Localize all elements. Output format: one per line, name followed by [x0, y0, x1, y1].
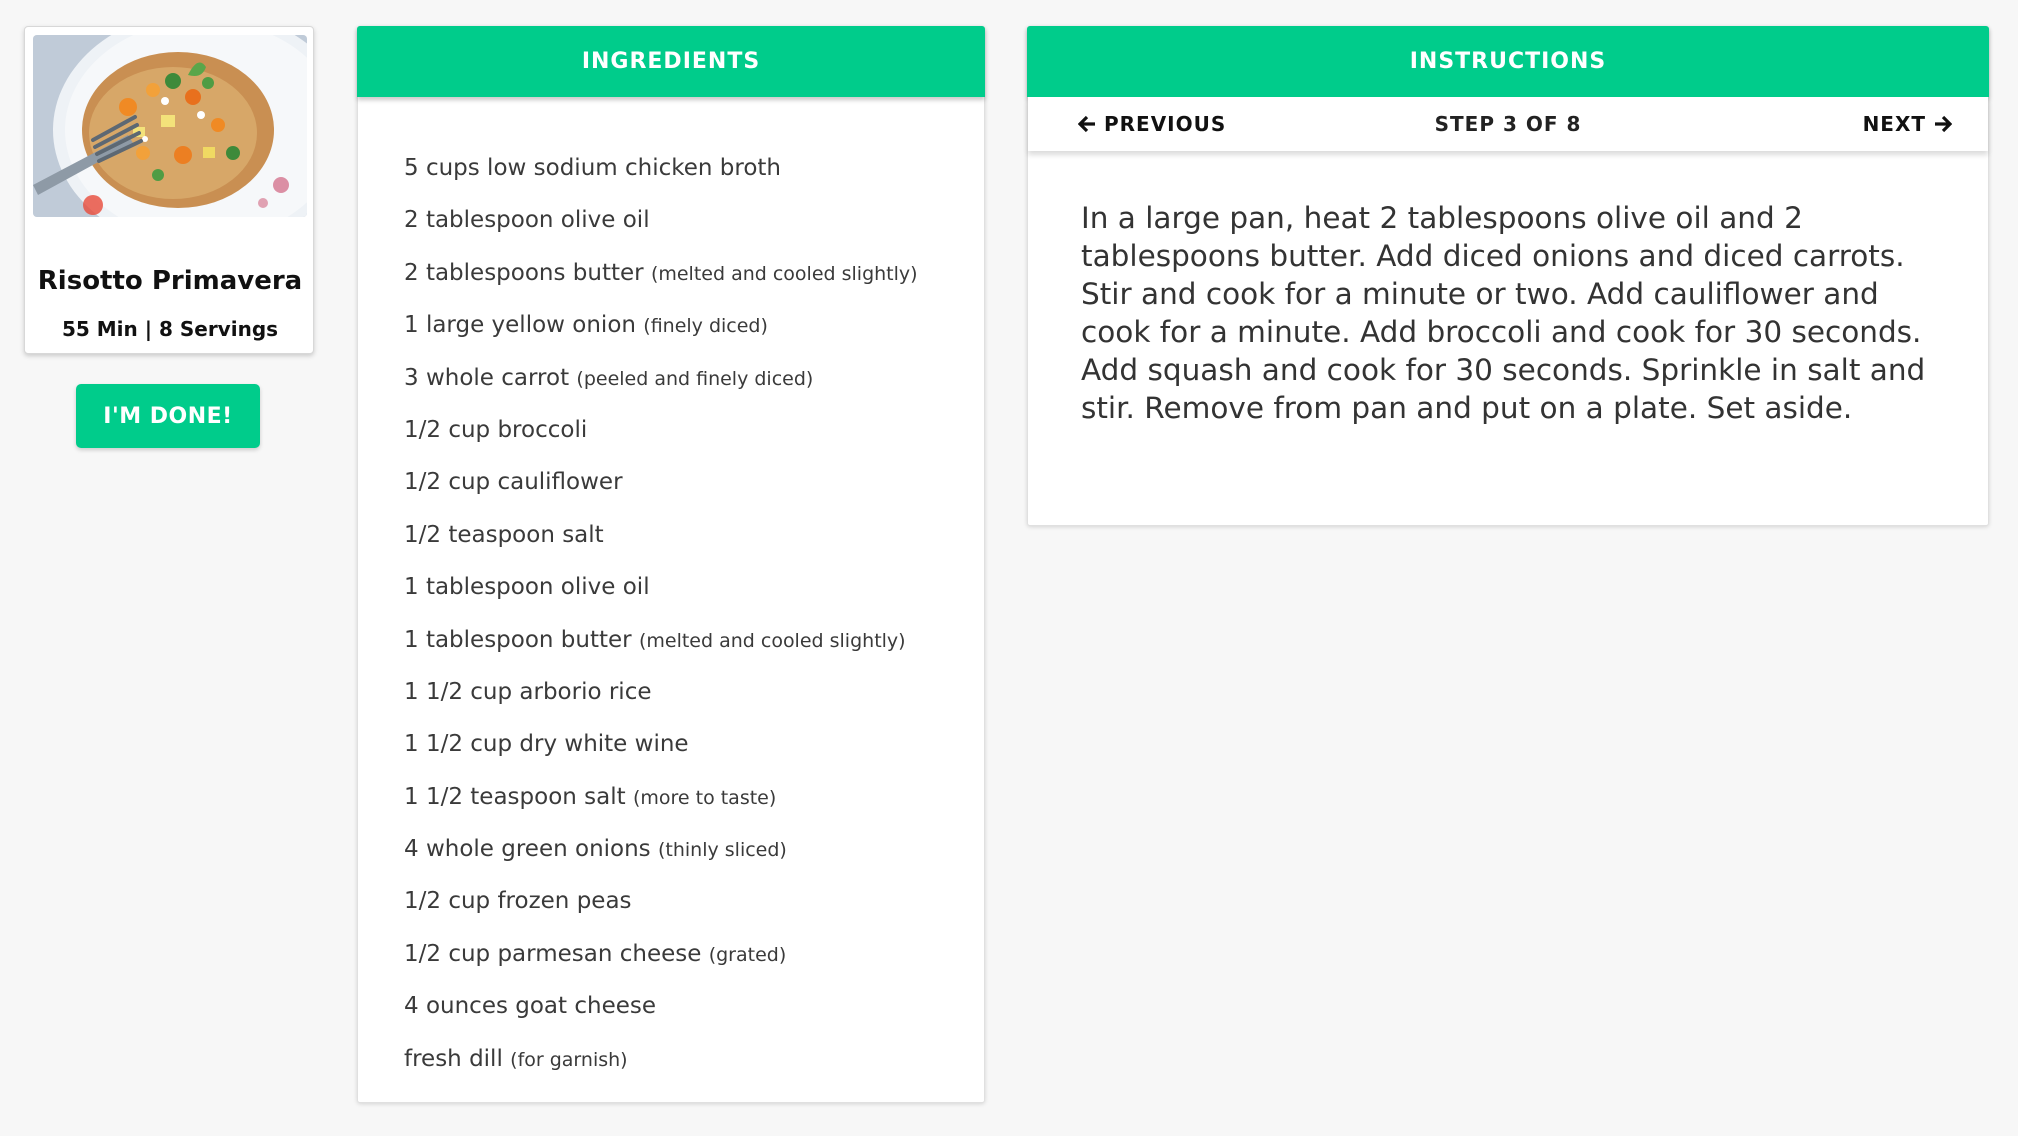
ingredient-item: 1/2 cup broccoli: [404, 404, 918, 456]
ingredient-item: 2 tablespoons butter (melted and cooled …: [404, 247, 918, 299]
ingredient-text: 4 whole green onions: [404, 836, 651, 863]
step-navigation: PREVIOUS STEP 3 OF 8 NEXT: [1028, 97, 1988, 151]
ingredients-header: INGREDIENTS: [357, 26, 985, 97]
recipe-title: Risotto Primavera: [37, 266, 303, 296]
ingredient-item: 2 tablespoon olive oil: [404, 194, 918, 246]
ingredient-text: 1/2 teaspoon salt: [404, 521, 604, 548]
step-counter: STEP 3 OF 8: [1434, 112, 1582, 136]
ingredient-item: 1 tablespoon olive oil: [404, 561, 918, 613]
ingredient-text: fresh dill: [404, 1045, 503, 1072]
next-label: NEXT: [1862, 112, 1927, 136]
ingredient-text: 1/2 cup frozen peas: [404, 888, 632, 915]
ingredient-text: 1 tablespoon olive oil: [404, 574, 650, 601]
ingredient-item: 1 1/2 cup dry white wine: [404, 718, 918, 770]
recipe-card: Risotto Primavera 55 Min | 8 Servings: [24, 26, 314, 354]
ingredient-item: 3 whole carrot (peeled and finely diced): [404, 352, 918, 404]
ingredient-item: 1/2 cup frozen peas: [404, 875, 918, 927]
ingredient-item: 5 cups low sodium chicken broth: [404, 142, 918, 194]
ingredient-text: 1 large yellow onion: [404, 312, 636, 339]
ingredient-item: 1/2 cup parmesan cheese (grated): [404, 928, 918, 980]
ingredient-item: 1 1/2 cup arborio rice: [404, 666, 918, 718]
ingredients-list: 5 cups low sodium chicken broth 2 tables…: [404, 142, 918, 1085]
ingredient-item: 1/2 cup cauliflower: [404, 456, 918, 508]
instructions-header: INSTRUCTIONS: [1027, 26, 1989, 97]
ingredient-text: 2 tablespoons butter: [404, 259, 644, 286]
ingredient-item: 1 1/2 teaspoon salt (more to taste): [404, 771, 918, 823]
recipe-cook-view: Risotto Primavera 55 Min | 8 Servings I'…: [0, 0, 2018, 1136]
ingredients-panel: INGREDIENTS 5 cups low sodium chicken br…: [357, 26, 985, 1103]
ingredient-item: 4 whole green onions (thinly sliced): [404, 823, 918, 875]
ingredient-item: fresh dill (for garnish): [404, 1033, 918, 1085]
done-button[interactable]: I'M DONE!: [76, 384, 260, 448]
ingredient-note: (more to taste): [632, 786, 777, 809]
ingredient-note: (melted and cooled slightly): [638, 629, 906, 652]
ingredient-note: (for garnish): [510, 1048, 628, 1071]
recipe-meta: 55 Min | 8 Servings: [61, 317, 279, 341]
ingredient-item: 1 tablespoon butter (melted and cooled s…: [404, 614, 918, 666]
ingredient-text: 4 ounces goat cheese: [404, 993, 657, 1020]
ingredient-item: 1/2 teaspoon salt: [404, 509, 918, 561]
ingredient-item: 4 ounces goat cheese: [404, 980, 918, 1032]
step-text: In a large pan, heat 2 tablespoons olive…: [1081, 201, 1926, 425]
ingredient-text: 1 tablespoon butter: [404, 626, 632, 653]
arrow-right-icon: [1935, 115, 1952, 132]
ingredient-note: (grated): [708, 943, 787, 966]
ingredient-text: 1/2 cup cauliflower: [404, 469, 623, 496]
ingredient-note: (peeled and finely diced): [576, 367, 814, 390]
ingredient-text: 1/2 cup parmesan cheese: [404, 940, 702, 967]
ingredient-note: (thinly sliced): [657, 839, 787, 862]
ingredient-note: (melted and cooled slightly): [650, 262, 918, 285]
recipe-photo: [33, 35, 307, 217]
ingredient-note: (finely diced): [643, 315, 768, 338]
ingredient-text: 5 cups low sodium chicken broth: [404, 155, 781, 181]
risotto-dish-photo: [33, 35, 307, 217]
ingredient-text: 3 whole carrot: [404, 364, 570, 391]
next-step-button[interactable]: NEXT: [1863, 97, 1952, 151]
ingredient-item: 1 large yellow onion (finely diced): [404, 299, 918, 351]
ingredient-text: 1/2 cup broccoli: [404, 416, 588, 443]
instructions-panel: INSTRUCTIONS PREVIOUS STEP 3 OF 8 NEXT I…: [1027, 26, 1989, 526]
ingredient-text: 1 1/2 cup dry white wine: [404, 731, 689, 758]
ingredient-text: 1 1/2 cup arborio rice: [404, 678, 652, 705]
ingredient-text: 1 1/2 teaspoon salt: [404, 783, 626, 810]
ingredient-text: 2 tablespoon olive oil: [404, 207, 650, 234]
